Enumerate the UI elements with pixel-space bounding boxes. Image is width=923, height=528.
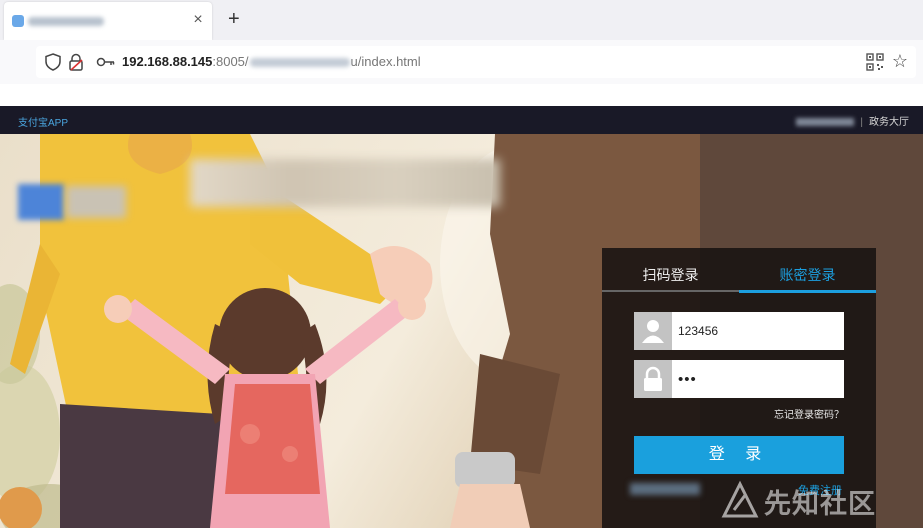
new-tab-button[interactable]: + [228, 8, 240, 30]
separator: | [860, 117, 863, 128]
url-redacted [249, 58, 350, 68]
logo-redacted [18, 184, 64, 220]
password-input[interactable] [678, 360, 838, 398]
tab-title-redacted [28, 17, 104, 26]
top-right-links: | 政务大厅 [796, 113, 909, 128]
user-icon [634, 312, 672, 350]
password-field[interactable] [634, 360, 844, 398]
key-icon[interactable] [96, 56, 116, 68]
qr-code-icon[interactable] [866, 53, 884, 71]
url-port: :8005/ [212, 54, 249, 69]
site-top-bar: 支付宝APP | 政务大厅 [0, 106, 923, 134]
headline-redacted [190, 159, 500, 207]
url-path: u/index.html [350, 54, 421, 69]
page-gap [0, 84, 923, 106]
padlock-icon [634, 360, 672, 398]
tab-close-icon[interactable]: × [190, 10, 206, 30]
url-host: 192.168.88.145 [122, 54, 213, 69]
username-field[interactable] [634, 312, 844, 350]
favicon-icon [12, 15, 24, 27]
browser-nav-bar: 192.168.88.145:8005/u/index.html ☆ [0, 40, 923, 84]
star-icon[interactable]: ☆ [892, 51, 908, 71]
browser-tab-bar: × + [0, 0, 923, 40]
address-bar[interactable]: 192.168.88.145:8005/u/index.html ☆ [36, 46, 916, 78]
tab-password-login[interactable]: 账密登录 [739, 248, 876, 290]
url-text[interactable]: 192.168.88.145:8005/u/index.html [122, 54, 421, 69]
forgot-password-link[interactable]: 忘记登录密码？ [774, 406, 844, 421]
shield-icon[interactable] [44, 53, 62, 71]
watermark-text: 先知社区 [764, 489, 876, 519]
alipay-app-link[interactable]: 支付宝APP [18, 114, 68, 129]
logo-text-redacted [66, 186, 126, 218]
login-button[interactable]: 登 录 [634, 436, 844, 474]
username-input[interactable] [678, 312, 838, 350]
service-hall-link[interactable]: 政务大厅 [869, 117, 909, 128]
redacted-link[interactable] [796, 118, 855, 127]
redacted-link[interactable] [630, 483, 700, 495]
watermark-logo-icon [721, 480, 759, 518]
browser-tab[interactable]: × [4, 2, 212, 40]
lock-icon[interactable] [68, 53, 84, 71]
tab-active-indicator [739, 290, 876, 293]
tab-qr-login[interactable]: 扫码登录 [602, 248, 739, 290]
